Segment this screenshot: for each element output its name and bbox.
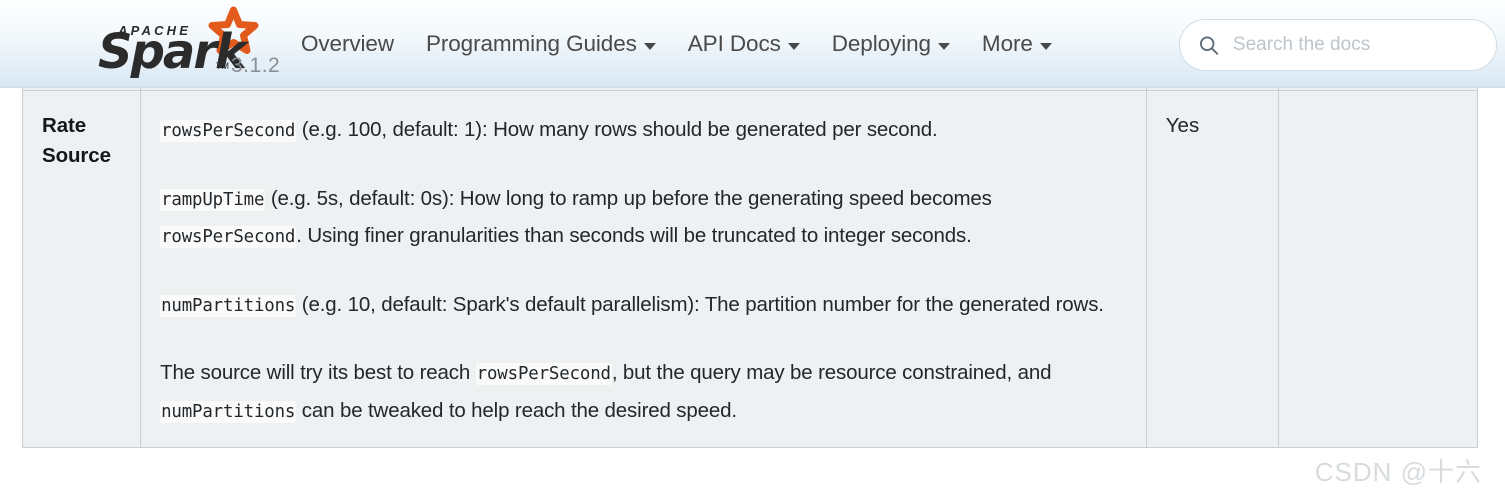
nav-item-overview-label: Overview <box>301 31 394 56</box>
inline-code: rowsPerSecond <box>475 363 612 385</box>
table-cell-source-name: Rate Source <box>21 90 142 448</box>
table-cell-description: rowsPerSecond (e.g. 100, default: 1): Ho… <box>140 90 1147 448</box>
search-input[interactable] <box>1232 34 1478 56</box>
description-paragraph: numPartitions (e.g. 10, default: Spark's… <box>160 286 1127 324</box>
nav-item-deploying-label: Deploying <box>831 31 931 56</box>
svg-text:Spark: Spark <box>98 24 250 80</box>
description-paragraph: The source will try its best to reach ro… <box>160 354 1127 429</box>
inline-code: rowsPerSecond <box>160 226 297 248</box>
chevron-down-icon <box>643 42 656 50</box>
inline-code: rowsPerSecond <box>160 120 297 142</box>
inline-code: numPartitions <box>160 294 297 317</box>
chevron-down-icon <box>1039 42 1052 50</box>
chevron-down-icon <box>787 42 800 50</box>
description-text: can be tweaked to help reach the desired… <box>296 398 737 422</box>
table-cell-fault-tolerant: Yes <box>1145 90 1279 448</box>
description-text: . Using finer granularities than seconds… <box>296 224 972 247</box>
fault-tolerant-value: Yes <box>1165 114 1200 137</box>
inline-code: rampUpTime <box>160 188 266 211</box>
description-paragraph: rampUpTime (e.g. 5s, default: 0s): How l… <box>160 180 1127 255</box>
source-description: rowsPerSecond (e.g. 100, default: 1): Ho… <box>141 91 1146 447</box>
description-text: (e.g. 10, default: Spark's default paral… <box>296 292 1104 316</box>
description-text: (e.g. 5s, default: 0s): How long to ramp… <box>265 186 992 210</box>
chevron-down-icon <box>937 42 950 50</box>
table-cell-notes <box>1277 90 1479 448</box>
source-name-label: Rate Source <box>42 114 111 168</box>
table-row: Rate Source rowsPerSecond (e.g. 100, def… <box>21 90 1479 448</box>
spark-logo-icon: APACHE Spark TM 3.1.2 <box>98 6 280 80</box>
nav-item-programming-guides-label: Programming Guides <box>425 31 637 56</box>
top-navbar: APACHE Spark TM 3.1.2 Overview Programmi… <box>0 0 1505 88</box>
nav-item-api-docs-label: API Docs <box>687 31 781 56</box>
description-text: , but the query may be resource constrai… <box>611 361 1052 384</box>
nav-item-more-label: More <box>981 31 1033 56</box>
svg-text:TM: TM <box>216 61 229 71</box>
main-navigation: Overview Programming Guides API Docs Dep… <box>285 0 1068 88</box>
description-text: The source will try its best to reach <box>160 361 476 384</box>
nav-item-api-docs[interactable]: API Docs <box>672 25 816 63</box>
search-box[interactable] <box>1179 19 1497 71</box>
spark-logo-link[interactable]: APACHE Spark TM 3.1.2 <box>88 6 288 80</box>
nav-item-more[interactable]: More <box>966 25 1068 63</box>
description-paragraph: rowsPerSecond (e.g. 100, default: 1): Ho… <box>160 111 1127 149</box>
nav-item-deploying[interactable]: Deploying <box>816 25 966 63</box>
nav-item-overview[interactable]: Overview <box>285 25 410 63</box>
search-icon <box>1199 36 1219 55</box>
csdn-watermark: CSDN @十六 <box>1314 457 1482 487</box>
svg-text:3.1.2: 3.1.2 <box>231 54 280 77</box>
nav-item-programming-guides[interactable]: Programming Guides <box>410 25 672 63</box>
data-sources-table: Rate Source rowsPerSecond (e.g. 100, def… <box>21 88 1479 448</box>
description-text: (e.g. 100, default: 1): How many rows sh… <box>296 118 938 141</box>
inline-code: numPartitions <box>160 400 297 423</box>
page-content: Rate Source rowsPerSecond (e.g. 100, def… <box>0 88 1505 504</box>
